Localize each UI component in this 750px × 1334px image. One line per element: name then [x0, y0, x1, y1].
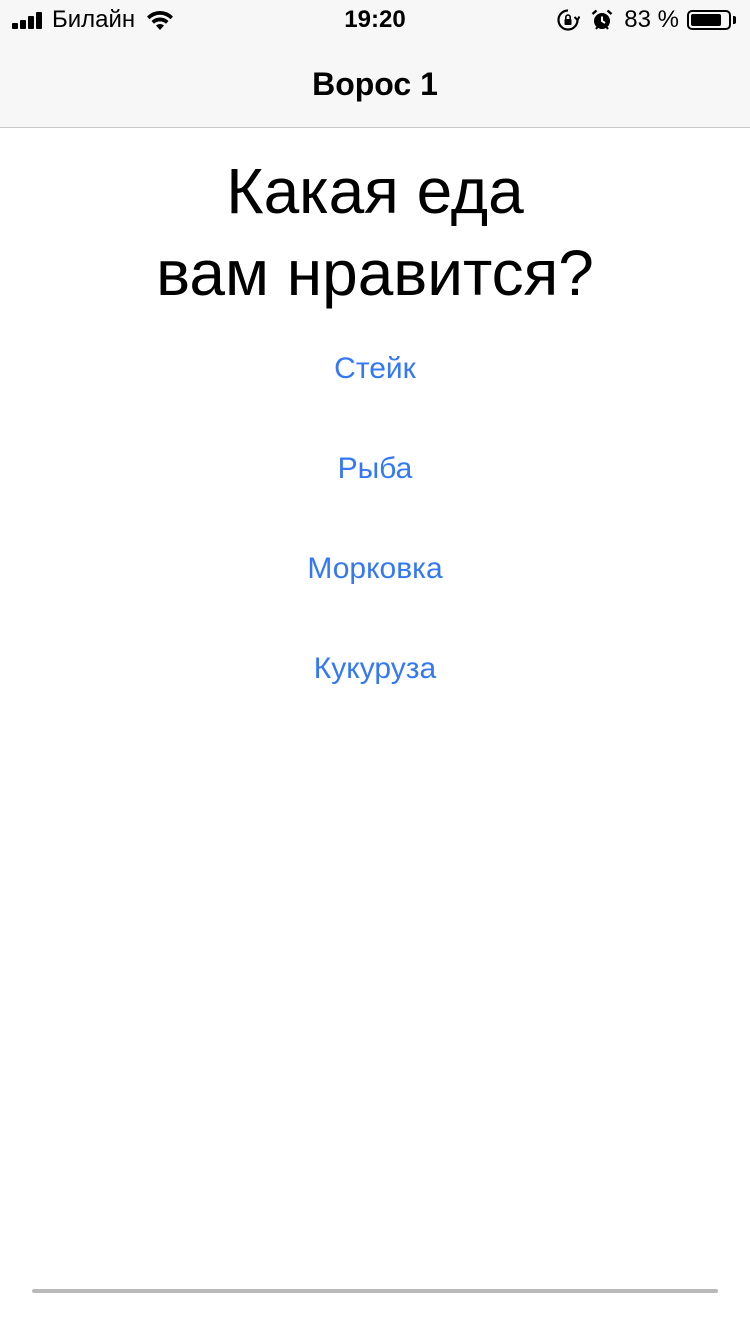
page-title: Ворос 1 [312, 66, 438, 102]
option-carrot-button[interactable]: Морковка [0, 530, 750, 630]
question-line-2: вам нравится? [156, 237, 594, 309]
battery-icon [687, 10, 731, 30]
question-text: Какая еда вам нравится? [0, 150, 750, 314]
battery-percent: 83 % [624, 6, 679, 33]
option-corn-button[interactable]: Кукуруза [0, 630, 750, 730]
answer-options: Стейк Рыба Морковка Кукуруза [0, 330, 750, 730]
alarm-icon [592, 9, 613, 30]
orientation-lock-icon [557, 9, 581, 31]
status-bar: Билайн 19:20 83 % [0, 0, 750, 40]
question-line-1: Какая еда [226, 155, 524, 227]
status-right: 83 % [556, 6, 736, 34]
home-indicator[interactable] [32, 1289, 718, 1293]
option-fish-button[interactable]: Рыба [0, 430, 750, 530]
option-steak-button[interactable]: Стейк [0, 330, 750, 430]
navigation-bar: Ворос 1 [0, 40, 750, 128]
battery-cap [733, 16, 736, 24]
battery-fill [691, 14, 721, 26]
